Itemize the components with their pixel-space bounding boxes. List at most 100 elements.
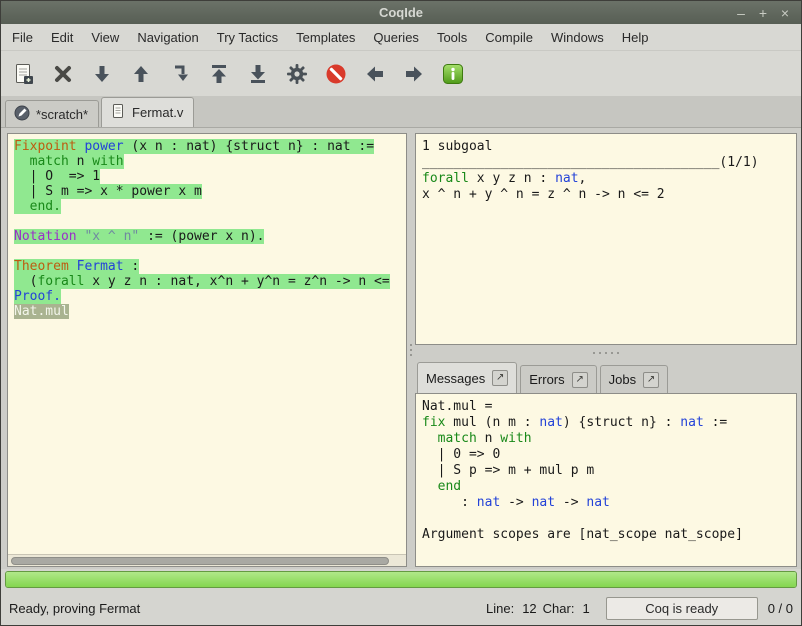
code-line: match n with [14,154,406,169]
code-line: 1 subgoal [422,139,796,155]
menu-bar: FileEditViewNavigationTry TacticsTemplat… [1,24,801,51]
progress-fill [6,572,796,587]
horizontal-scrollbar[interactable] [8,554,406,566]
previous-button[interactable] [360,59,390,89]
messages-panel[interactable]: Nat.mul =fix mul (n m : nat) {struct n} … [415,393,797,567]
code-line: fix mul (n m : nat) {struct n} : nat := [422,415,796,431]
code-line [14,214,406,229]
code-line: x ^ n + y ^ n = z ^ n -> n <= 2 [422,187,796,203]
char-value: 1 [582,601,589,616]
fully-check-button[interactable] [282,59,312,89]
close-button[interactable] [48,59,78,89]
coq-state-text: Coq is ready [645,601,718,616]
char-label: Char: [543,601,575,616]
tab-fermat[interactable]: Fermat.v [101,97,194,127]
menu-view[interactable]: View [82,26,128,49]
code-line: Nat.mul = [422,399,796,415]
code-line: Proof. [14,289,406,304]
code-line: : nat -> nat -> nat [422,495,796,511]
menu-help[interactable]: Help [613,26,658,49]
document-icon [110,103,126,122]
menu-navigation[interactable]: Navigation [128,26,207,49]
coq-state-indicator: Coq is ready [606,597,758,620]
code-line: | S p => m + mul p m [422,463,796,479]
tab-label: Messages [426,371,485,386]
tab-scratch[interactable]: *scratch* [5,100,99,127]
window-controls: – + × [731,3,801,22]
code-line: | 0 => 0 [422,447,796,463]
code-line: (forall x y z n : nat, x^n + y^n = z^n -… [14,274,406,289]
menu-windows[interactable]: Windows [542,26,613,49]
menu-try-tactics[interactable]: Try Tactics [208,26,287,49]
tab-messages[interactable]: Messages ↗ [417,362,517,393]
backward-one-icon [129,62,153,86]
forward-one-icon [90,62,114,86]
status-message: Ready, proving Fermat [9,601,140,616]
backward-one-button[interactable] [126,59,156,89]
menu-tools[interactable]: Tools [428,26,476,49]
code-line: Argument scopes are [nat_scope nat_scope… [422,527,796,543]
tab-label: Jobs [609,372,636,387]
menu-compile[interactable]: Compile [476,26,542,49]
close-button[interactable]: × [775,3,795,22]
about-button[interactable] [438,59,468,89]
code-line: | S m => x * power x m [14,184,406,199]
worker-counter: 0 / 0 [768,601,793,616]
menu-queries[interactable]: Queries [364,26,428,49]
next-button[interactable] [399,59,429,89]
save-icon [12,62,36,86]
vertical-splitter[interactable] [407,133,415,567]
go-to-end-button[interactable] [243,59,273,89]
code-line [422,511,796,527]
menu-file[interactable]: File [3,26,42,49]
minimize-button[interactable]: – [731,3,751,22]
status-right: Line: 12 Char: 1 Coq is ready 0 / 0 [486,597,793,620]
code-line: Theorem Fermat : [14,259,406,274]
menu-templates[interactable]: Templates [287,26,364,49]
detach-icon[interactable]: ↗ [572,372,588,388]
code-line: Notation "x ^ n" := (power x n). [14,229,406,244]
code-line: forall x y z n : nat, [422,171,796,187]
window-title: CoqIde [1,5,801,20]
about-icon [441,62,465,86]
code-line: Nat.mul [14,304,406,319]
right-column: 1 subgoal_______________________________… [415,133,797,567]
tab-jobs[interactable]: Jobs ↗ [600,365,668,393]
restart-button[interactable] [204,59,234,89]
next-icon [402,62,426,86]
script-editor-pane[interactable]: Fixpoint power (x n : nat) {struct n} : … [7,133,407,567]
maximize-button[interactable]: + [753,3,773,22]
tab-bar: *scratch* Fermat.v [1,96,801,128]
line-label: Line: [486,601,514,616]
scratch-icon [14,105,30,124]
script-editor[interactable]: Fixpoint power (x n : nat) {struct n} : … [8,134,406,554]
code-line: ______________________________________(1… [422,155,796,171]
restart-icon [207,62,231,86]
forward-one-button[interactable] [87,59,117,89]
go-to-cursor-button[interactable] [165,59,195,89]
save-button[interactable] [9,59,39,89]
close-icon [51,62,75,86]
progress-bar [5,571,797,588]
status-bar: Ready, proving Fermat Line: 12 Char: 1 C… [1,591,801,625]
h-scrollbar-thumb[interactable] [11,557,389,565]
title-bar[interactable]: CoqIde – + × [1,1,801,24]
tab-errors[interactable]: Errors ↗ [520,365,596,393]
goals-panel[interactable]: 1 subgoal_______________________________… [415,133,797,345]
coqide-window: CoqIde – + × FileEditViewNavigationTry T… [0,0,802,626]
code-line [14,244,406,259]
interrupt-button[interactable] [321,59,351,89]
tab-label: Fermat.v [132,105,183,120]
detach-icon[interactable]: ↗ [492,370,508,386]
detach-icon[interactable]: ↗ [643,372,659,388]
code-line: Fixpoint power (x n : nat) {struct n} : … [14,139,406,154]
code-line: match n with [422,431,796,447]
toolbar [1,51,801,96]
code-line: end. [14,199,406,214]
horizontal-splitter[interactable] [415,345,797,361]
tab-label: Errors [529,372,564,387]
fully-check-icon [285,62,309,86]
tab-label: *scratch* [36,107,88,122]
line-value: 12 [522,601,536,616]
menu-edit[interactable]: Edit [42,26,82,49]
